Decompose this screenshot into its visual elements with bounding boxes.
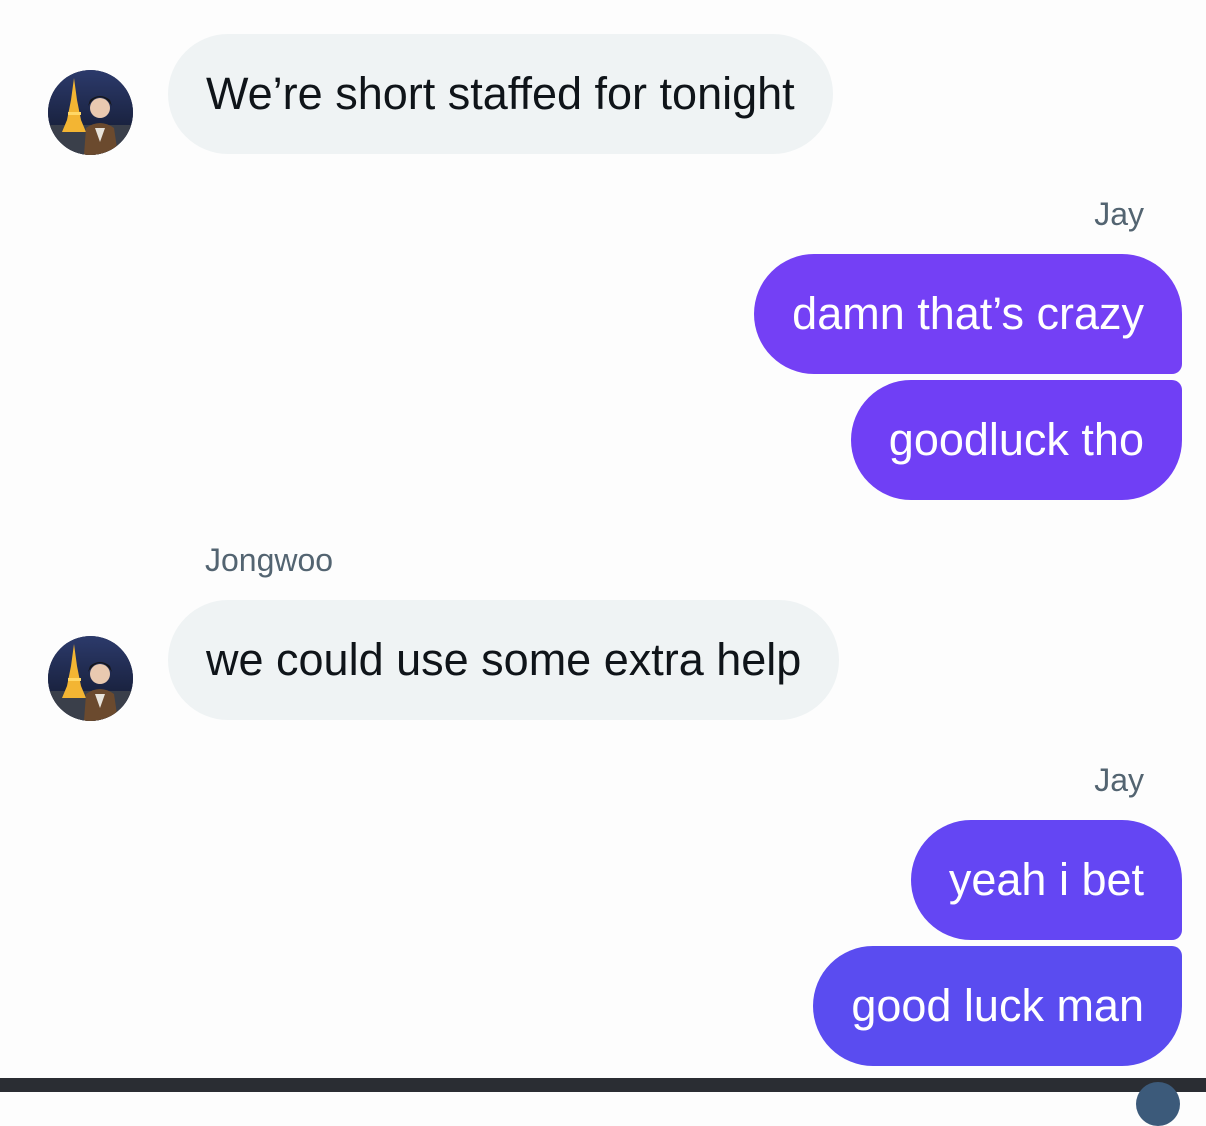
- message-text: goodluck tho: [888, 414, 1144, 465]
- message-bubble-incoming[interactable]: We’re short staffed for tonight: [168, 34, 833, 154]
- sender-name: Jay: [1094, 762, 1144, 798]
- sender-name: Jongwoo: [205, 542, 334, 578]
- avatar[interactable]: [48, 636, 133, 721]
- avatar[interactable]: [48, 70, 133, 155]
- message-bubble-outgoing[interactable]: damn that’s crazy: [754, 254, 1182, 374]
- message-bubble-outgoing[interactable]: yeah i bet: [910, 820, 1182, 940]
- message-text: damn that’s crazy: [792, 288, 1144, 339]
- sender-name: Jay: [1094, 196, 1144, 232]
- profile-photo-icon: [48, 636, 133, 721]
- avatar-partial: [1136, 1082, 1180, 1126]
- message-bubble-outgoing[interactable]: goodluck tho: [850, 380, 1182, 500]
- bottom-divider: [0, 1078, 1206, 1092]
- message-bubble-incoming[interactable]: we could use some extra help: [168, 600, 840, 720]
- message-text: We’re short staffed for tonight: [206, 68, 795, 119]
- message-text: we could use some extra help: [206, 634, 802, 685]
- message-text: good luck man: [851, 980, 1144, 1031]
- profile-photo-icon: [48, 70, 133, 155]
- message-text: yeah i bet: [948, 854, 1144, 905]
- message-bubble-outgoing[interactable]: good luck man: [813, 946, 1182, 1066]
